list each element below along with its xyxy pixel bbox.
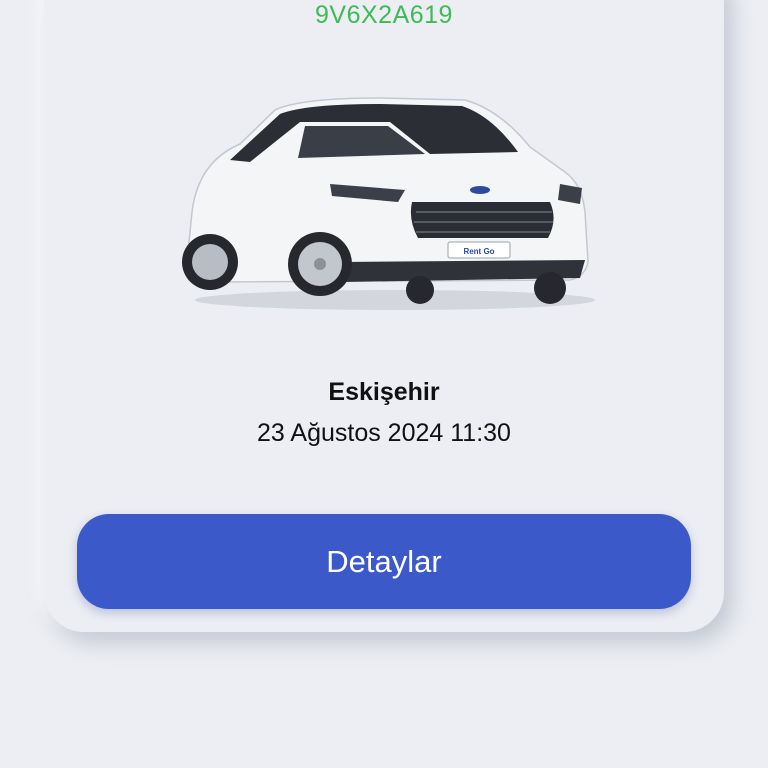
car-wheel-back-right bbox=[406, 276, 434, 304]
svg-text:Rent Go: Rent Go bbox=[463, 247, 494, 256]
details-button[interactable]: Detaylar bbox=[77, 514, 691, 609]
car-wheel-right bbox=[534, 272, 566, 304]
reservation-screen: 9V6X2A619 Rent Go Eskişehir 23 Ağustos 2… bbox=[0, 0, 768, 768]
car-image: Rent Go bbox=[182, 97, 595, 310]
license-plate: 9V6X2A619 bbox=[315, 1, 453, 29]
pickup-city: Eskişehir bbox=[328, 378, 440, 406]
car-logo bbox=[470, 186, 490, 194]
pickup-datetime: 23 Ağustos 2024 11:30 bbox=[257, 419, 511, 447]
